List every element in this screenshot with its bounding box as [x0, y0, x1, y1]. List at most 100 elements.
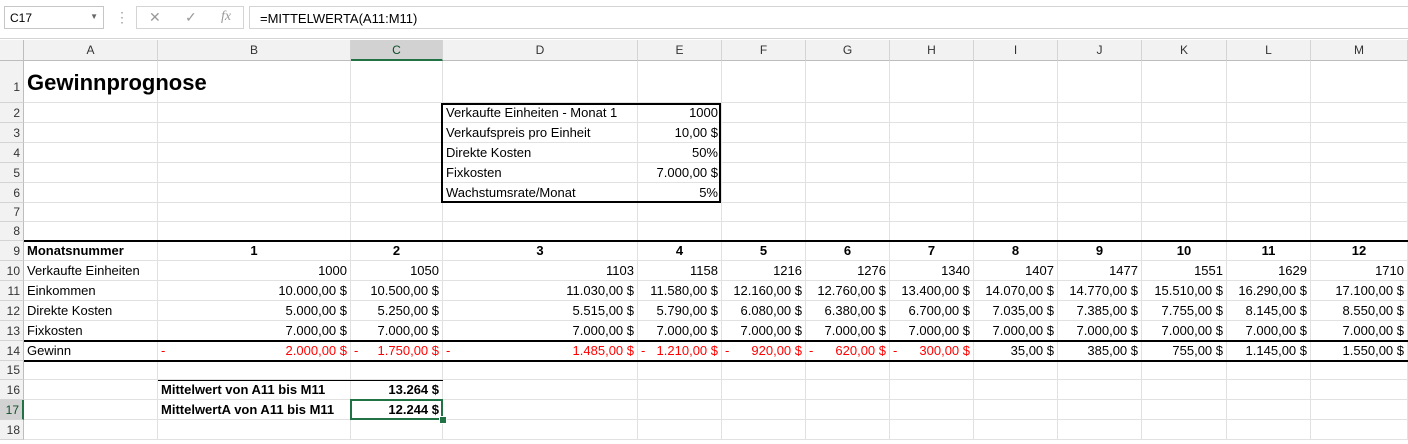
grid-cell[interactable] [158, 420, 351, 440]
grid-cell[interactable] [24, 103, 158, 123]
grid-cell[interactable] [1311, 380, 1408, 400]
grid-cell[interactable] [806, 183, 890, 203]
month-number[interactable]: 1 [158, 241, 351, 261]
grid-cell[interactable] [443, 61, 638, 103]
table-value[interactable]: 12.160,00 $ [722, 281, 806, 301]
grid-cell[interactable] [24, 400, 158, 420]
grid-cell[interactable] [1227, 183, 1311, 203]
table-value[interactable]: 1477 [1058, 261, 1142, 281]
grid-cell[interactable] [443, 380, 638, 400]
grid-cell[interactable] [1227, 361, 1311, 380]
month-number[interactable]: 5 [722, 241, 806, 261]
name-box[interactable]: C17 ▼ [4, 6, 104, 29]
average-label[interactable]: MittelwertA von A11 bis M11 [158, 400, 351, 420]
grid-cell[interactable] [806, 143, 890, 163]
grid-cell[interactable] [722, 380, 806, 400]
table-value[interactable]: 10.000,00 $ [158, 281, 351, 301]
row-label[interactable]: Einkommen [24, 281, 158, 301]
month-number[interactable]: 4 [638, 241, 722, 261]
grid-cell[interactable] [974, 380, 1058, 400]
grid-cell[interactable] [890, 143, 974, 163]
row-header-7[interactable]: 7 [0, 203, 24, 222]
grid-cell[interactable] [890, 222, 974, 241]
grid-cell[interactable] [1311, 420, 1408, 440]
profit-value[interactable]: 2.000,00 $ - [158, 341, 351, 361]
table-value[interactable]: 6.700,00 $ [890, 301, 974, 321]
grid-cell[interactable] [24, 163, 158, 183]
grid-cell[interactable] [158, 123, 351, 143]
profit-value[interactable]: 1.550,00 $ [1311, 341, 1408, 361]
grid-cell[interactable] [1142, 61, 1227, 103]
table-value[interactable]: 11.030,00 $ [443, 281, 638, 301]
grid-cell[interactable] [722, 361, 806, 380]
grid-cell[interactable] [1142, 400, 1227, 420]
grid-cell[interactable] [806, 380, 890, 400]
profit-value[interactable]: 1.485,00 $ - [443, 341, 638, 361]
column-header-j[interactable]: J [1058, 40, 1142, 61]
table-value[interactable]: 14.770,00 $ [1058, 281, 1142, 301]
grid-cell[interactable] [722, 163, 806, 183]
month-number[interactable]: 3 [443, 241, 638, 261]
row-header-11[interactable]: 11 [0, 281, 24, 301]
grid-cell[interactable] [24, 222, 158, 241]
grid-cell[interactable] [722, 222, 806, 241]
grid-cell[interactable] [1142, 183, 1227, 203]
grid-cell[interactable] [1227, 420, 1311, 440]
grid-cell[interactable] [351, 222, 443, 241]
grid-cell[interactable] [1227, 143, 1311, 163]
grid-cell[interactable] [806, 400, 890, 420]
table-value[interactable]: 7.000,00 $ [351, 321, 443, 341]
grid-cell[interactable] [24, 183, 158, 203]
row-header-10[interactable]: 10 [0, 261, 24, 281]
table-value[interactable]: 1407 [974, 261, 1058, 281]
month-number[interactable]: 9 [1058, 241, 1142, 261]
grid-cell[interactable] [24, 361, 158, 380]
profit-value[interactable]: 300,00 $ - [890, 341, 974, 361]
param-label[interactable]: Verkaufte Einheiten - Monat 1 [443, 103, 638, 123]
formula-input[interactable]: =MITTELWERTA(A11:M11) [249, 6, 1408, 29]
table-value[interactable]: 1050 [351, 261, 443, 281]
table-value[interactable]: 12.760,00 $ [806, 281, 890, 301]
grid-cell[interactable] [806, 61, 890, 103]
table-value[interactable]: 8.550,00 $ [1311, 301, 1408, 321]
grid-cell[interactable] [890, 183, 974, 203]
table-value[interactable]: 7.000,00 $ [158, 321, 351, 341]
row-header-17[interactable]: 17 [0, 400, 24, 420]
grid-cell[interactable] [1058, 103, 1142, 123]
grid-cell[interactable] [443, 361, 638, 380]
table-value[interactable]: 1340 [890, 261, 974, 281]
grid-cell[interactable] [443, 400, 638, 420]
row-header-6[interactable]: 6 [0, 183, 24, 203]
profit-value[interactable]: 1.210,00 $ - [638, 341, 722, 361]
function-icon[interactable]: fx [221, 9, 231, 25]
row-header-13[interactable]: 13 [0, 321, 24, 341]
profit-value[interactable]: 385,00 $ [1058, 341, 1142, 361]
param-label[interactable]: Verkaufspreis pro Einheit [443, 123, 638, 143]
table-value[interactable]: 1158 [638, 261, 722, 281]
grid-cell[interactable] [722, 183, 806, 203]
grid-cell[interactable] [443, 203, 638, 222]
table-value[interactable]: 5.790,00 $ [638, 301, 722, 321]
table-value[interactable]: 10.500,00 $ [351, 281, 443, 301]
row-header-12[interactable]: 12 [0, 301, 24, 321]
grid-cell[interactable] [1058, 183, 1142, 203]
grid-cell[interactable] [974, 361, 1058, 380]
row-header-4[interactable]: 4 [0, 143, 24, 163]
profit-value[interactable]: 755,00 $ [1142, 341, 1227, 361]
grid-cell[interactable] [974, 61, 1058, 103]
grid-cell[interactable] [24, 123, 158, 143]
table-value[interactable]: 7.000,00 $ [722, 321, 806, 341]
table-value[interactable]: 6.380,00 $ [806, 301, 890, 321]
row-label[interactable]: Fixkosten [24, 321, 158, 341]
grid-cell[interactable] [890, 400, 974, 420]
table-value[interactable]: 7.385,00 $ [1058, 301, 1142, 321]
month-number[interactable]: 10 [1142, 241, 1227, 261]
table-value[interactable]: 7.000,00 $ [1311, 321, 1408, 341]
grid-cell[interactable] [890, 103, 974, 123]
grid-cell[interactable] [1142, 143, 1227, 163]
profit-value[interactable]: 620,00 $ - [806, 341, 890, 361]
grid-cell[interactable] [638, 222, 722, 241]
grid-cell[interactable] [1311, 361, 1408, 380]
grid-cell[interactable] [1227, 123, 1311, 143]
row-header-1[interactable]: 1 [0, 61, 24, 103]
